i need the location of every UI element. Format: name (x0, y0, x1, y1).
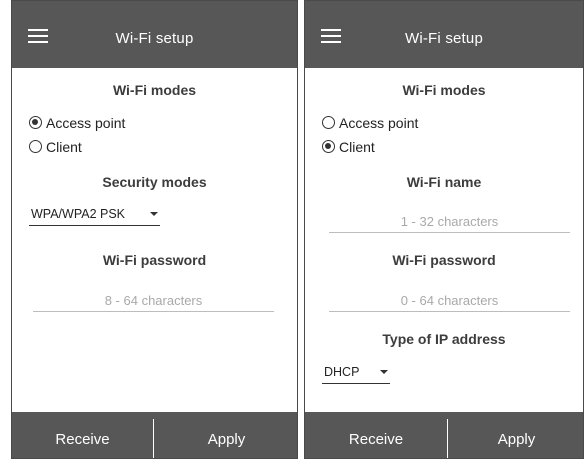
wifi-password-title: Wi-Fi password (392, 252, 496, 268)
wifi-name-title: Wi-Fi name (406, 174, 482, 190)
receive-button[interactable]: Receive (12, 412, 153, 458)
wifi-modes-title: Wi-Fi modes (112, 82, 197, 98)
radio-access-point-label: Access point (46, 115, 126, 131)
radio-unchecked-icon (322, 116, 335, 129)
wifi-password-field[interactable] (329, 291, 570, 312)
apply-button[interactable]: Apply (154, 412, 297, 458)
security-modes-title: Security modes (102, 174, 207, 190)
radio-client-label: Client (46, 139, 82, 155)
wifi-setup-panel-access-point: Wi-Fi setup Wi-Fi modes Access point Cli… (11, 0, 298, 459)
wifi-name-field[interactable] (329, 212, 570, 233)
dropdown-arrow-icon (380, 370, 388, 374)
app-bar: Wi-Fi setup (12, 1, 297, 68)
radio-checked-icon (322, 140, 335, 153)
dropdown-arrow-icon (150, 212, 158, 216)
ip-type-select[interactable]: DHCP (322, 365, 390, 384)
wifi-name-input[interactable] (329, 212, 570, 230)
apply-button[interactable]: Apply (448, 412, 583, 458)
bottom-action-bar: Receive Apply (12, 412, 297, 458)
app-bar-title: Wi-Fi setup (115, 30, 194, 47)
radio-unchecked-icon (29, 140, 42, 153)
radio-access-point[interactable]: Access point (322, 115, 442, 133)
bottom-action-bar: Receive Apply (305, 412, 583, 458)
app-bar: Wi-Fi setup (305, 1, 583, 68)
security-mode-value: WPA/WPA2 PSK (31, 207, 126, 221)
wifi-password-input[interactable] (33, 291, 274, 309)
radio-client[interactable]: Client (322, 139, 402, 157)
wifi-password-title: Wi-Fi password (102, 252, 207, 268)
wifi-password-field[interactable] (33, 291, 274, 312)
wifi-modes-title: Wi-Fi modes (402, 82, 486, 98)
radio-client[interactable]: Client (29, 139, 109, 157)
ip-type-value: DHCP (324, 365, 360, 379)
radio-access-point[interactable]: Access point (29, 115, 149, 133)
radio-access-point-label: Access point (339, 115, 419, 131)
security-mode-select[interactable]: WPA/WPA2 PSK (29, 207, 160, 226)
receive-button[interactable]: Receive (305, 412, 447, 458)
wifi-setup-panel-client: Wi-Fi setup Wi-Fi modes Access point Cli… (304, 0, 584, 459)
ip-type-title: Type of IP address (382, 331, 506, 347)
radio-checked-icon (29, 116, 42, 129)
wifi-password-input[interactable] (329, 291, 570, 309)
app-bar-title: Wi-Fi setup (404, 30, 484, 47)
radio-client-label: Client (339, 139, 375, 155)
